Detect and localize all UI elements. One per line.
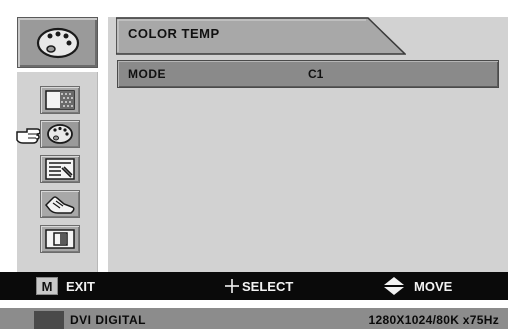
sidebar-item-color[interactable] [40,120,80,148]
sidebar-item-setup[interactable] [40,190,80,218]
tab-title: COLOR TEMP [128,26,220,41]
adjust-image-icon [45,158,75,180]
input-indicator [34,311,64,329]
help-bar: M EXIT SELECT MOVE [0,272,508,300]
osd-window: COLOR TEMP MODE C1 M EXIT SELECT MOVE DV… [0,0,508,329]
mode-value: C1 [308,67,324,81]
active-category-tile [17,17,98,68]
palette-icon [36,27,79,58]
sidebar-item-position[interactable] [40,225,80,253]
status-bar: DVI DIGITAL 1280X1024/80K x75Hz [0,308,508,329]
sidebar-item-brightness[interactable] [40,86,80,114]
pointer-hand-icon [16,128,41,144]
divider [0,300,508,308]
move-label: MOVE [414,279,453,294]
mode-row[interactable]: MODE C1 [117,60,499,88]
picture-position-icon [45,229,75,249]
exit-label: EXIT [66,279,95,294]
brightness-contrast-icon [45,90,75,110]
setup-hand-icon [44,196,75,214]
mode-label: MODE [128,67,166,81]
main-panel [108,17,508,272]
sidebar-item-image[interactable] [40,155,80,183]
move-arrows-icon [384,277,404,295]
resolution-readout: 1280X1024/80K x75Hz [368,313,499,327]
plus-icon [225,279,239,293]
menu-key[interactable]: M [36,277,58,295]
input-source: DVI DIGITAL [70,313,146,327]
palette-icon [47,124,73,144]
select-label: SELECT [242,279,294,294]
